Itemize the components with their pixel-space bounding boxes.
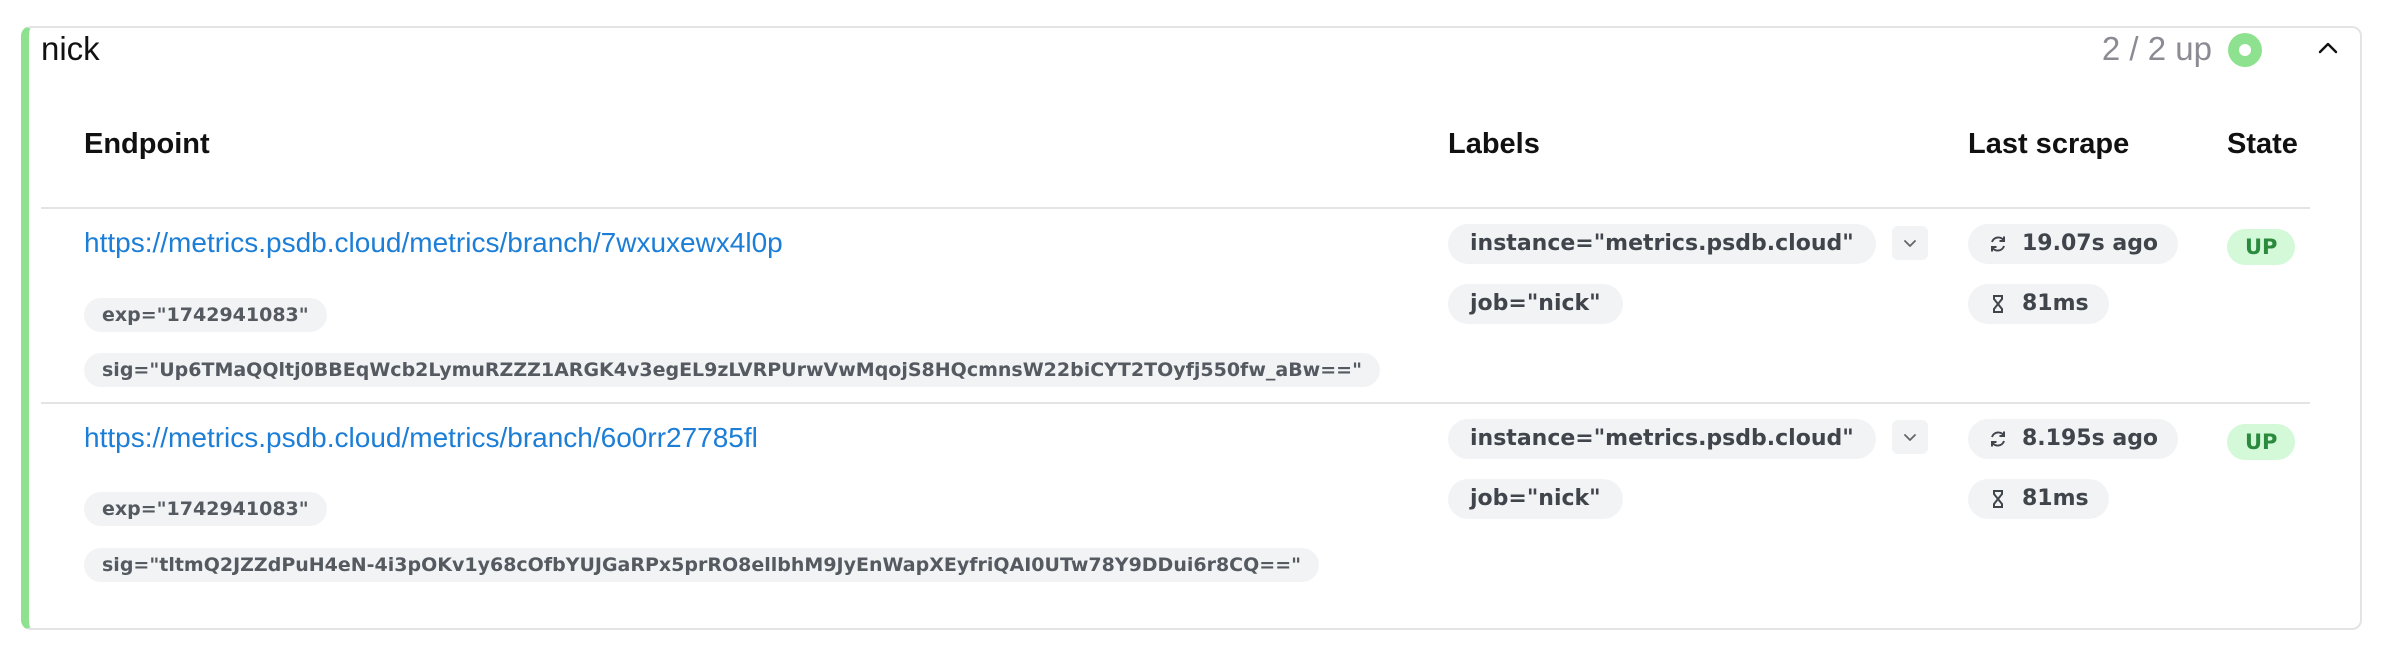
last-scrape-time: 19.07s ago	[2022, 231, 2159, 256]
column-header-state: State	[2227, 128, 2298, 160]
state-badge: UP	[2227, 229, 2296, 265]
column-header-last-scrape: Last scrape	[1968, 128, 2130, 160]
endpoint-param-badge: sig="tltmQ2JZZdPuH4eN-4i3pOKv1y68cOfbYUJ…	[84, 548, 1320, 582]
column-header-endpoint: Endpoint	[84, 128, 210, 160]
last-scrape-badge: 8.195s ago	[1968, 419, 2179, 459]
scrape-pool-card	[21, 26, 2362, 630]
chevron-down-icon	[1904, 240, 1916, 247]
last-scrape-time: 8.195s ago	[2022, 426, 2159, 451]
endpoint-param-badge: sig="Up6TMaQQltj0BBEqWcb2LymuRZZZ1ARGK4v…	[84, 353, 1380, 387]
expand-labels-button[interactable]	[1892, 420, 1928, 454]
hourglass-icon	[1993, 490, 2003, 508]
endpoint-param-badge: exp="1742941083"	[84, 298, 327, 332]
refresh-icon	[1991, 236, 2005, 252]
collapse-button[interactable]	[2308, 28, 2348, 68]
label-badge: instance="metrics.psdb.cloud"	[1448, 419, 1876, 459]
chevron-down-icon	[1904, 434, 1916, 441]
endpoint-link[interactable]: https://metrics.psdb.cloud/metrics/branc…	[84, 422, 758, 454]
hourglass-icon	[1993, 295, 2003, 313]
row-divider	[41, 402, 2310, 404]
label-badge: instance="metrics.psdb.cloud"	[1448, 224, 1876, 264]
scrape-duration-badge: 81ms	[1968, 479, 2109, 519]
pool-health-summary: 2 / 2 up	[2101, 30, 2212, 67]
scrape-duration: 81ms	[2022, 486, 2089, 511]
endpoint-link[interactable]: https://metrics.psdb.cloud/metrics/branc…	[84, 227, 783, 259]
last-scrape-badge: 19.07s ago	[1968, 224, 2179, 264]
scrape-duration-badge: 81ms	[1968, 284, 2109, 324]
chevron-up-icon	[2318, 42, 2338, 54]
pool-title: nick	[41, 30, 100, 67]
label-badge: job="nick"	[1448, 284, 1623, 324]
label-badge: job="nick"	[1448, 479, 1623, 519]
header-divider	[41, 207, 2310, 209]
scrape-duration: 81ms	[2022, 291, 2089, 316]
column-header-labels: Labels	[1448, 128, 1540, 160]
health-status-icon	[2228, 33, 2262, 67]
refresh-icon	[1991, 431, 2005, 447]
expand-labels-button[interactable]	[1892, 226, 1928, 260]
state-badge: UP	[2227, 424, 2296, 460]
endpoint-param-badge: exp="1742941083"	[84, 492, 327, 526]
